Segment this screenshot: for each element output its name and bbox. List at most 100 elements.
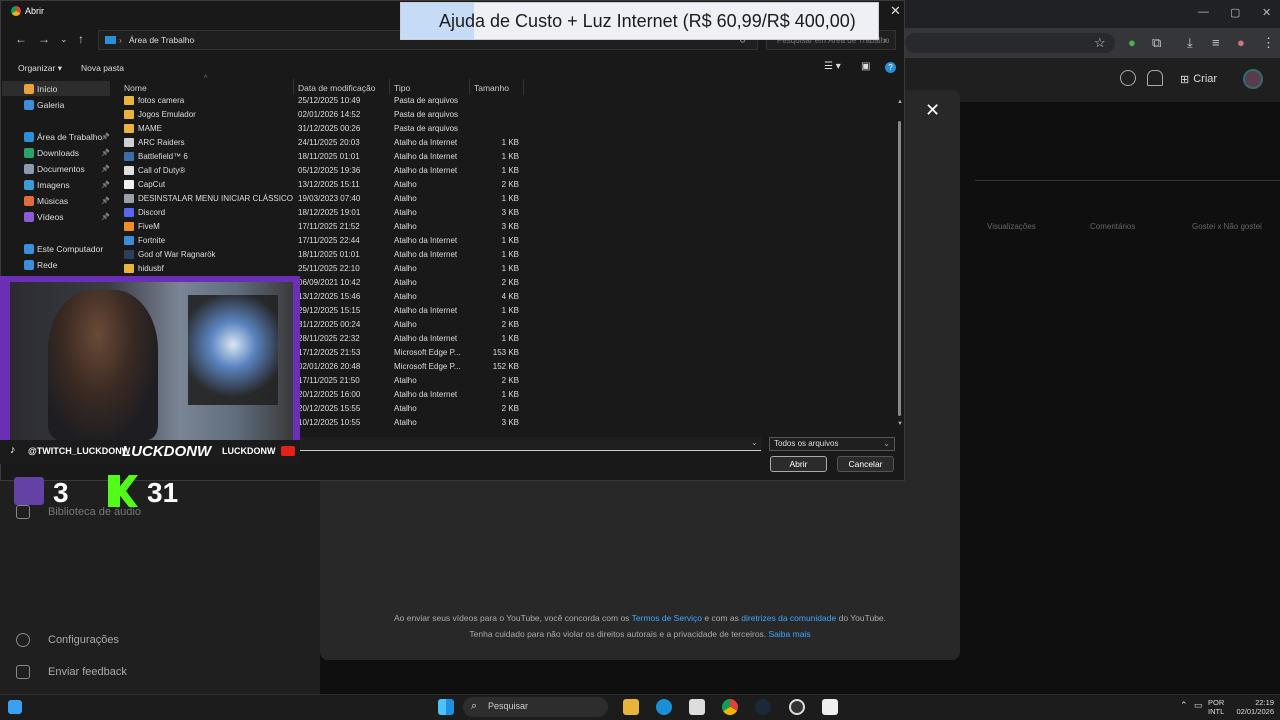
network-icon[interactable]: ▭ xyxy=(1194,700,1203,711)
file-icon xyxy=(124,194,134,203)
create-button[interactable]: ⊞ Criar xyxy=(1180,70,1217,88)
sidebar-item[interactable]: Rede xyxy=(2,257,110,272)
clock[interactable]: 22:19 02/01/2026 xyxy=(1232,698,1274,716)
steam-icon[interactable] xyxy=(755,699,771,715)
download-icon[interactable]: ⤓ xyxy=(1187,35,1193,51)
window-close-icon[interactable]: ✕ xyxy=(1262,6,1271,19)
sidebar-item-feedback[interactable]: Enviar feedback xyxy=(16,665,127,679)
file-row[interactable]: hidusbf 25/11/2025 22:10 Atalho 1 KB xyxy=(119,262,524,276)
file-date: 17/11/2025 21:52 xyxy=(298,222,360,231)
file-size: 1 KB xyxy=(501,334,519,343)
file-row[interactable]: DESINSTALAR MENU INICIAR CLÁSSICO 19/03/2… xyxy=(119,192,524,206)
terms-link[interactable]: Termos de Serviço xyxy=(632,613,702,623)
youtube-icon xyxy=(281,446,295,456)
windows-start-icon[interactable] xyxy=(438,699,454,715)
sidebar-item[interactable]: Área de Trabalho 📌 xyxy=(2,129,110,144)
sidebar-item[interactable]: Documentos 📌 xyxy=(2,161,110,176)
file-size: 1 KB xyxy=(501,250,519,259)
back-arrow-icon[interactable]: ← xyxy=(15,32,27,46)
capcut-icon[interactable] xyxy=(822,699,838,715)
file-row[interactable]: ARC Raiders 24/11/2025 20:03 Atalho da Int… xyxy=(119,136,524,150)
taskbar-search[interactable] xyxy=(463,697,608,717)
maximize-icon[interactable]: ▢ xyxy=(1230,6,1240,19)
sidebar-item[interactable]: Este Computador xyxy=(2,241,110,256)
file-type: Atalho da Internet xyxy=(394,166,458,175)
language-indicator[interactable]: POR INTL xyxy=(1208,698,1224,716)
folder-icon xyxy=(24,147,34,158)
file-row[interactable]: Call of Duty® 05/12/2025 19:36 Atalho da I… xyxy=(119,164,524,178)
view-options-icon[interactable]: ☰ ▾ xyxy=(824,61,841,72)
extension-icon[interactable]: ● xyxy=(1128,35,1136,50)
file-row[interactable]: fotos camera 25/12/2025 10:49 Pasta de arq… xyxy=(119,94,524,108)
organize-button[interactable]: Organizar ▾ xyxy=(18,63,62,74)
column-header-name[interactable]: Nome xyxy=(124,83,147,93)
preview-pane-icon[interactable]: ▣ xyxy=(861,61,870,72)
sidebar-item[interactable]: Galeria xyxy=(2,97,110,112)
up-arrow-icon[interactable]: ↑ xyxy=(78,32,84,46)
sidebar-item-audio-library[interactable]: Biblioteca de áudio xyxy=(16,505,141,519)
scroll-up-icon[interactable]: ▲ xyxy=(897,99,903,105)
column-header-type[interactable]: Tipo xyxy=(394,83,410,93)
chevron-down-icon[interactable]: ⌄ xyxy=(60,34,68,45)
file-name-input[interactable] xyxy=(291,437,761,451)
sidebar-item[interactable]: Músicas 📌 xyxy=(2,193,110,208)
sidebar-item[interactable]: Início xyxy=(2,81,110,96)
chrome-menu-icon[interactable]: ⋮ xyxy=(1262,35,1275,51)
file-date: 20/12/2025 15:55 xyxy=(298,404,361,413)
notifications-icon[interactable] xyxy=(1147,70,1163,86)
store-icon[interactable] xyxy=(689,699,705,715)
help-icon[interactable]: ? xyxy=(885,62,896,73)
widget-icon[interactable] xyxy=(8,700,22,714)
avatar[interactable] xyxy=(1243,69,1263,89)
edge-icon[interactable] xyxy=(656,699,672,715)
column-header-size[interactable]: Tamanho xyxy=(474,83,509,93)
chevron-up-icon[interactable]: ⌃ xyxy=(1180,700,1188,711)
file-row[interactable]: Fortnite 17/11/2025 22:44 Atalho da Intern… xyxy=(119,234,524,248)
media-icon[interactable]: ≡ xyxy=(1212,35,1220,50)
help-icon[interactable] xyxy=(1120,70,1136,86)
file-explorer-icon[interactable] xyxy=(623,699,639,715)
sidebar-item[interactable]: Imagens 📌 xyxy=(2,177,110,192)
close-icon[interactable]: ✕ xyxy=(925,100,940,121)
file-type: Atalho da Internet xyxy=(394,152,458,161)
puzzle-icon[interactable]: ⧉ xyxy=(1152,35,1161,51)
file-row[interactable]: God of War Ragnarök 18/11/2025 01:01 Atalh… xyxy=(119,248,524,262)
file-type-select[interactable]: Todos os arquivos ⌄ xyxy=(769,437,895,451)
kick-count: 31 xyxy=(147,477,179,508)
file-row[interactable]: FiveM 17/11/2025 21:52 Atalho 3 KB xyxy=(119,220,524,234)
file-type: Microsoft Edge P... xyxy=(394,362,461,371)
chrome-icon[interactable] xyxy=(722,699,738,715)
chevron-down-icon[interactable]: ⌄ xyxy=(751,438,758,447)
file-size: 3 KB xyxy=(501,418,519,427)
scrollbar[interactable] xyxy=(898,121,901,416)
folder-icon xyxy=(24,259,34,270)
twitch-count: 3 xyxy=(53,477,69,508)
minimize-icon[interactable]: — xyxy=(1198,6,1209,18)
search-icon: ⌕ xyxy=(883,36,888,45)
file-row[interactable]: Jogos Emulador 02/01/2026 14:52 Pasta de a… xyxy=(119,108,524,122)
column-header-date[interactable]: Data de modificação xyxy=(298,83,376,93)
file-size: 1 KB xyxy=(501,306,519,315)
legal-text-2: Tenha cuidado para não violar os direito… xyxy=(469,629,811,639)
open-button[interactable]: Abrir xyxy=(770,456,827,472)
divider xyxy=(293,79,294,95)
new-folder-button[interactable]: Nova pasta xyxy=(81,63,124,73)
guidelines-link[interactable]: diretrizes da comunidade xyxy=(741,613,836,623)
obs-icon[interactable] xyxy=(789,699,805,715)
scroll-down-icon[interactable]: ▼ xyxy=(897,421,903,427)
file-row[interactable]: Battlefield™ 6 18/11/2025 01:01 Atalho da … xyxy=(119,150,524,164)
file-row[interactable]: MAME 31/12/2025 00:26 Pasta de arquivos xyxy=(119,122,524,136)
file-row[interactable]: CapCut 13/12/2025 15:11 Atalho 2 KB xyxy=(119,178,524,192)
cancel-button[interactable]: Cancelar xyxy=(837,456,894,472)
close-icon[interactable]: ✕ xyxy=(890,3,901,19)
sidebar-item[interactable]: Vídeos 📌 xyxy=(2,209,110,224)
sidebar-item[interactable]: Downloads 📌 xyxy=(2,145,110,160)
learn-more-link[interactable]: Saiba mais xyxy=(769,629,811,639)
address-bar[interactable] xyxy=(905,33,1115,53)
forward-arrow-icon[interactable]: → xyxy=(38,32,50,46)
bookmark-star-icon[interactable]: ☆ xyxy=(1094,35,1106,51)
file-icon xyxy=(124,250,134,259)
sidebar-item-settings[interactable]: Configurações xyxy=(16,633,119,647)
file-row[interactable]: Discord 18/12/2025 19:01 Atalho 3 KB xyxy=(119,206,524,220)
profile-icon[interactable]: ● xyxy=(1237,35,1245,50)
